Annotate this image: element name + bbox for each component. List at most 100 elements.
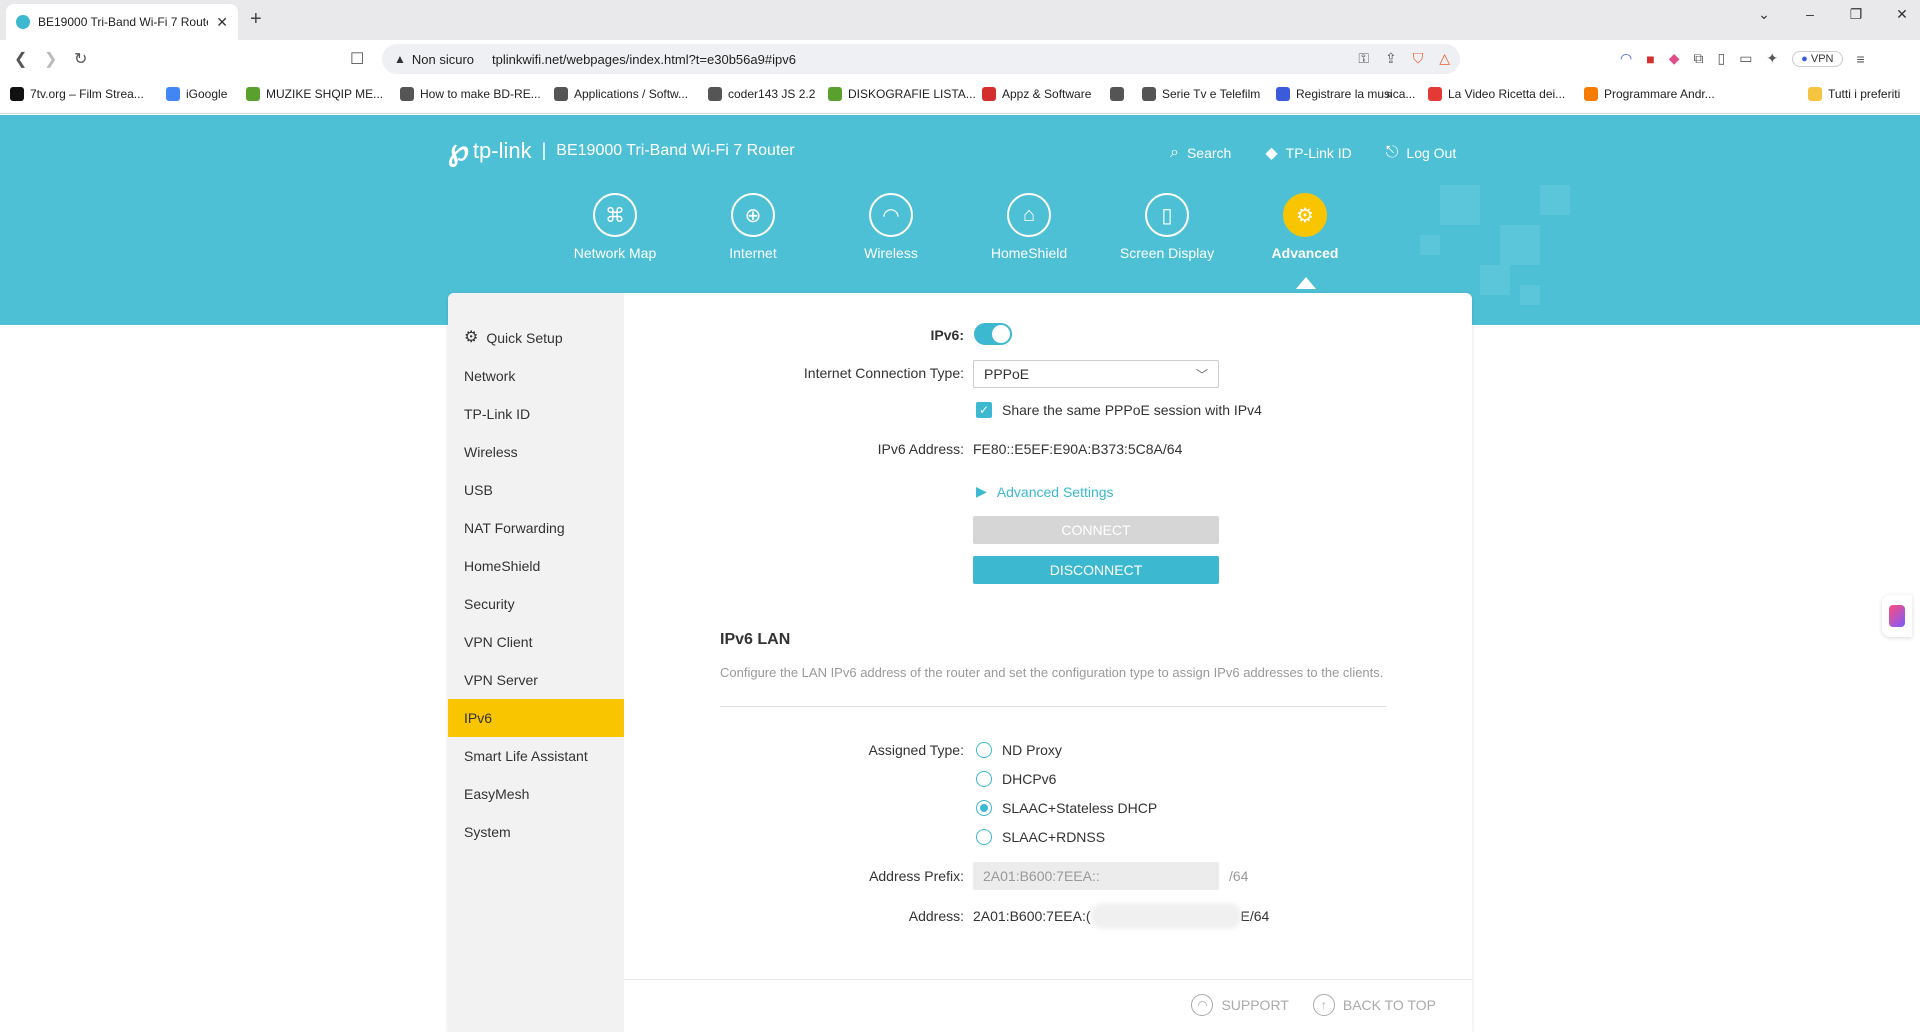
leo-icon[interactable]: ✦ [1766, 50, 1778, 67]
close-tab-icon[interactable]: ✕ [216, 14, 228, 31]
bookmark-item[interactable]: Serie Tv e Telefilm [1142, 87, 1260, 101]
minimize-button[interactable]: – [1802, 6, 1818, 23]
back-icon[interactable]: ❮ [14, 49, 27, 69]
connection-type-label: Internet Connection Type: [803, 365, 964, 381]
forward-icon[interactable]: ❯ [44, 49, 57, 69]
search-link[interactable]: ⌕ Search [1170, 143, 1231, 163]
extension-icon[interactable]: ◠ [1620, 50, 1632, 67]
sidebar-item-smart-life-assistant[interactable]: Smart Life Assistant [448, 737, 624, 775]
sidebar-item-easymesh[interactable]: EasyMesh [448, 775, 624, 813]
floating-extension-button[interactable] [1882, 595, 1912, 637]
nav-wireless[interactable]: ◠ Wireless [826, 193, 956, 261]
sidebar-item-vpn-client[interactable]: VPN Client [448, 623, 624, 661]
sidebar-icon[interactable]: ▯ [1717, 50, 1725, 67]
bookmark-icon[interactable]: ☐ [350, 49, 364, 69]
tab-search-icon[interactable]: ⌄ [1756, 6, 1772, 23]
section-divider [720, 706, 1386, 707]
radio-button[interactable] [976, 742, 992, 758]
bookmark-item[interactable]: DISKOGRAFIE LISTA... [828, 87, 976, 101]
wifi-icon: ◠ [869, 193, 913, 237]
gear-icon: ⚙ [1283, 193, 1327, 237]
extension-icon[interactable]: ◆ [1669, 50, 1680, 67]
radio-slaac-stateless-dhcp[interactable]: SLAAC+Stateless DHCP [976, 800, 1157, 816]
bookmark-item[interactable]: Programmare Andr... [1584, 87, 1715, 101]
share-icon[interactable]: ⇪ [1385, 50, 1397, 67]
bookmark-item[interactable]: Appz & Software [982, 87, 1091, 101]
prefix-suffix: /64 [1229, 868, 1249, 884]
bookmark-favicon-icon [1142, 87, 1156, 101]
tplink-id-link[interactable]: ◆ TP-Link ID [1265, 143, 1351, 163]
nav-advanced[interactable]: ⚙ Advanced [1240, 193, 1370, 261]
url-text[interactable]: tplinkwifi.net/webpages/index.html?t=e30… [492, 52, 796, 67]
bookmark-favicon-icon [554, 87, 568, 101]
sidebar-item-system[interactable]: System [448, 813, 624, 851]
nav-network-map[interactable]: ⌘ Network Map [550, 193, 680, 261]
bookmark-item[interactable]: iGoogle [166, 87, 227, 101]
address-bar[interactable]: ▲ Non sicuro tplinkwifi.net/webpages/ind… [382, 44, 1460, 74]
sidebar-item-network[interactable]: Network [448, 357, 624, 395]
tplink-id-icon: ◆ [1265, 145, 1278, 162]
advanced-settings-toggle[interactable]: ▶ Advanced Settings [976, 483, 1114, 500]
not-secure-label[interactable]: Non sicuro [412, 52, 474, 67]
vpn-button[interactable]: ● VPN [1792, 50, 1843, 67]
close-window-button[interactable]: ✕ [1894, 6, 1910, 23]
sidebar-item-quick-setup[interactable]: ⚙ Quick Setup [448, 319, 624, 357]
nav-internet[interactable]: ⊕ Internet [688, 193, 818, 261]
sidebar-item-security[interactable]: Security [448, 585, 624, 623]
sidebar-item-usb[interactable]: USB [448, 471, 624, 509]
sidebar-item-wireless[interactable]: Wireless [448, 433, 624, 471]
radio-nd-proxy[interactable]: ND Proxy [976, 742, 1062, 758]
warning-icon[interactable]: ▲ [394, 52, 406, 66]
brave-rewards-icon[interactable]: △ [1439, 50, 1450, 67]
key-icon[interactable]: ⚿ [1358, 50, 1369, 67]
bookmark-item[interactable]: 7tv.org – Film Strea... [10, 87, 144, 101]
bookmark-item[interactable]: coder143 JS 2.2 [708, 87, 815, 101]
radio-dhcpv6[interactable]: DHCPv6 [976, 771, 1056, 787]
support-link[interactable]: ◠ SUPPORT [1191, 994, 1289, 1016]
brave-shields-icon[interactable]: ⛉ [1413, 50, 1424, 67]
sidebar-item-homeshield[interactable]: HomeShield [448, 547, 624, 585]
sidebar-item-nat-forwarding[interactable]: NAT Forwarding [448, 509, 624, 547]
bookmark-item[interactable]: Registrare la musica... [1276, 87, 1415, 101]
disconnect-button[interactable]: DISCONNECT [973, 556, 1219, 584]
sidebar-item-ipv6[interactable]: IPv6 [448, 699, 624, 737]
bookmark-favicon-icon [1110, 87, 1124, 101]
extensions-puzzle-icon[interactable]: ⧉ [1693, 50, 1703, 67]
screen-icon: ▯ [1145, 193, 1189, 237]
sidebar-item-tplink-id[interactable]: TP-Link ID [448, 395, 624, 433]
extension-icon[interactable]: ■ [1646, 51, 1654, 67]
page-footer: ◠ SUPPORT ↑ BACK TO TOP [624, 979, 1472, 1032]
share-session-checkbox[interactable]: ✓ [976, 402, 992, 418]
ipv6-lan-title: IPv6 LAN [720, 631, 791, 648]
nav-screen-display[interactable]: ▯ Screen Display [1102, 193, 1232, 261]
restore-button[interactable]: ❐ [1848, 6, 1864, 23]
address-prefix-input[interactable]: 2A01:B600:7EEA:: [973, 862, 1219, 890]
bookmark-item[interactable]: How to make BD-RE... [400, 87, 541, 101]
radio-slaac-rdnss[interactable]: SLAAC+RDNSS [976, 829, 1105, 845]
wallet-icon[interactable]: ▭ [1739, 50, 1752, 67]
reload-icon[interactable]: ↻ [74, 49, 87, 69]
sidebar-item-vpn-server[interactable]: VPN Server [448, 661, 624, 699]
bookmark-item[interactable] [1110, 87, 1130, 101]
back-to-top-link[interactable]: ↑ BACK TO TOP [1312, 994, 1436, 1016]
logout-link[interactable]: ⎋ Log Out [1386, 143, 1456, 163]
connect-button[interactable]: CONNECT [973, 516, 1219, 544]
all-bookmarks-button[interactable]: Tutti i preferiti [1808, 87, 1900, 101]
bookmark-favicon-icon [708, 87, 722, 101]
bookmark-item[interactable]: MUZIKE SHQIP ME... [246, 87, 383, 101]
radio-button[interactable] [976, 771, 992, 787]
bookmark-favicon-icon [166, 87, 180, 101]
router-page: ℘ tp-link | BE19000 Tri-Band Wi-Fi 7 Rou… [0, 115, 1920, 1032]
new-tab-button[interactable]: + [250, 8, 262, 31]
share-session-row[interactable]: ✓ Share the same PPPoE session with IPv4 [976, 402, 1262, 418]
browser-tab[interactable]: BE19000 Tri-Band Wi-Fi 7 Route ✕ [6, 4, 238, 40]
connection-type-select[interactable]: PPPoE ﹀ [973, 360, 1219, 388]
bookmark-item[interactable]: La Video Ricetta dei... [1428, 87, 1565, 101]
ipv6-toggle[interactable] [974, 323, 1012, 345]
tplink-logo-icon: ℘ [448, 134, 469, 167]
nav-homeshield[interactable]: ⌂ HomeShield [964, 193, 1094, 261]
bookmark-item[interactable]: Applications / Softw... [554, 87, 688, 101]
radio-button[interactable] [976, 829, 992, 845]
menu-icon[interactable]: ≡ [1857, 51, 1865, 67]
radio-button-selected[interactable] [976, 800, 992, 816]
